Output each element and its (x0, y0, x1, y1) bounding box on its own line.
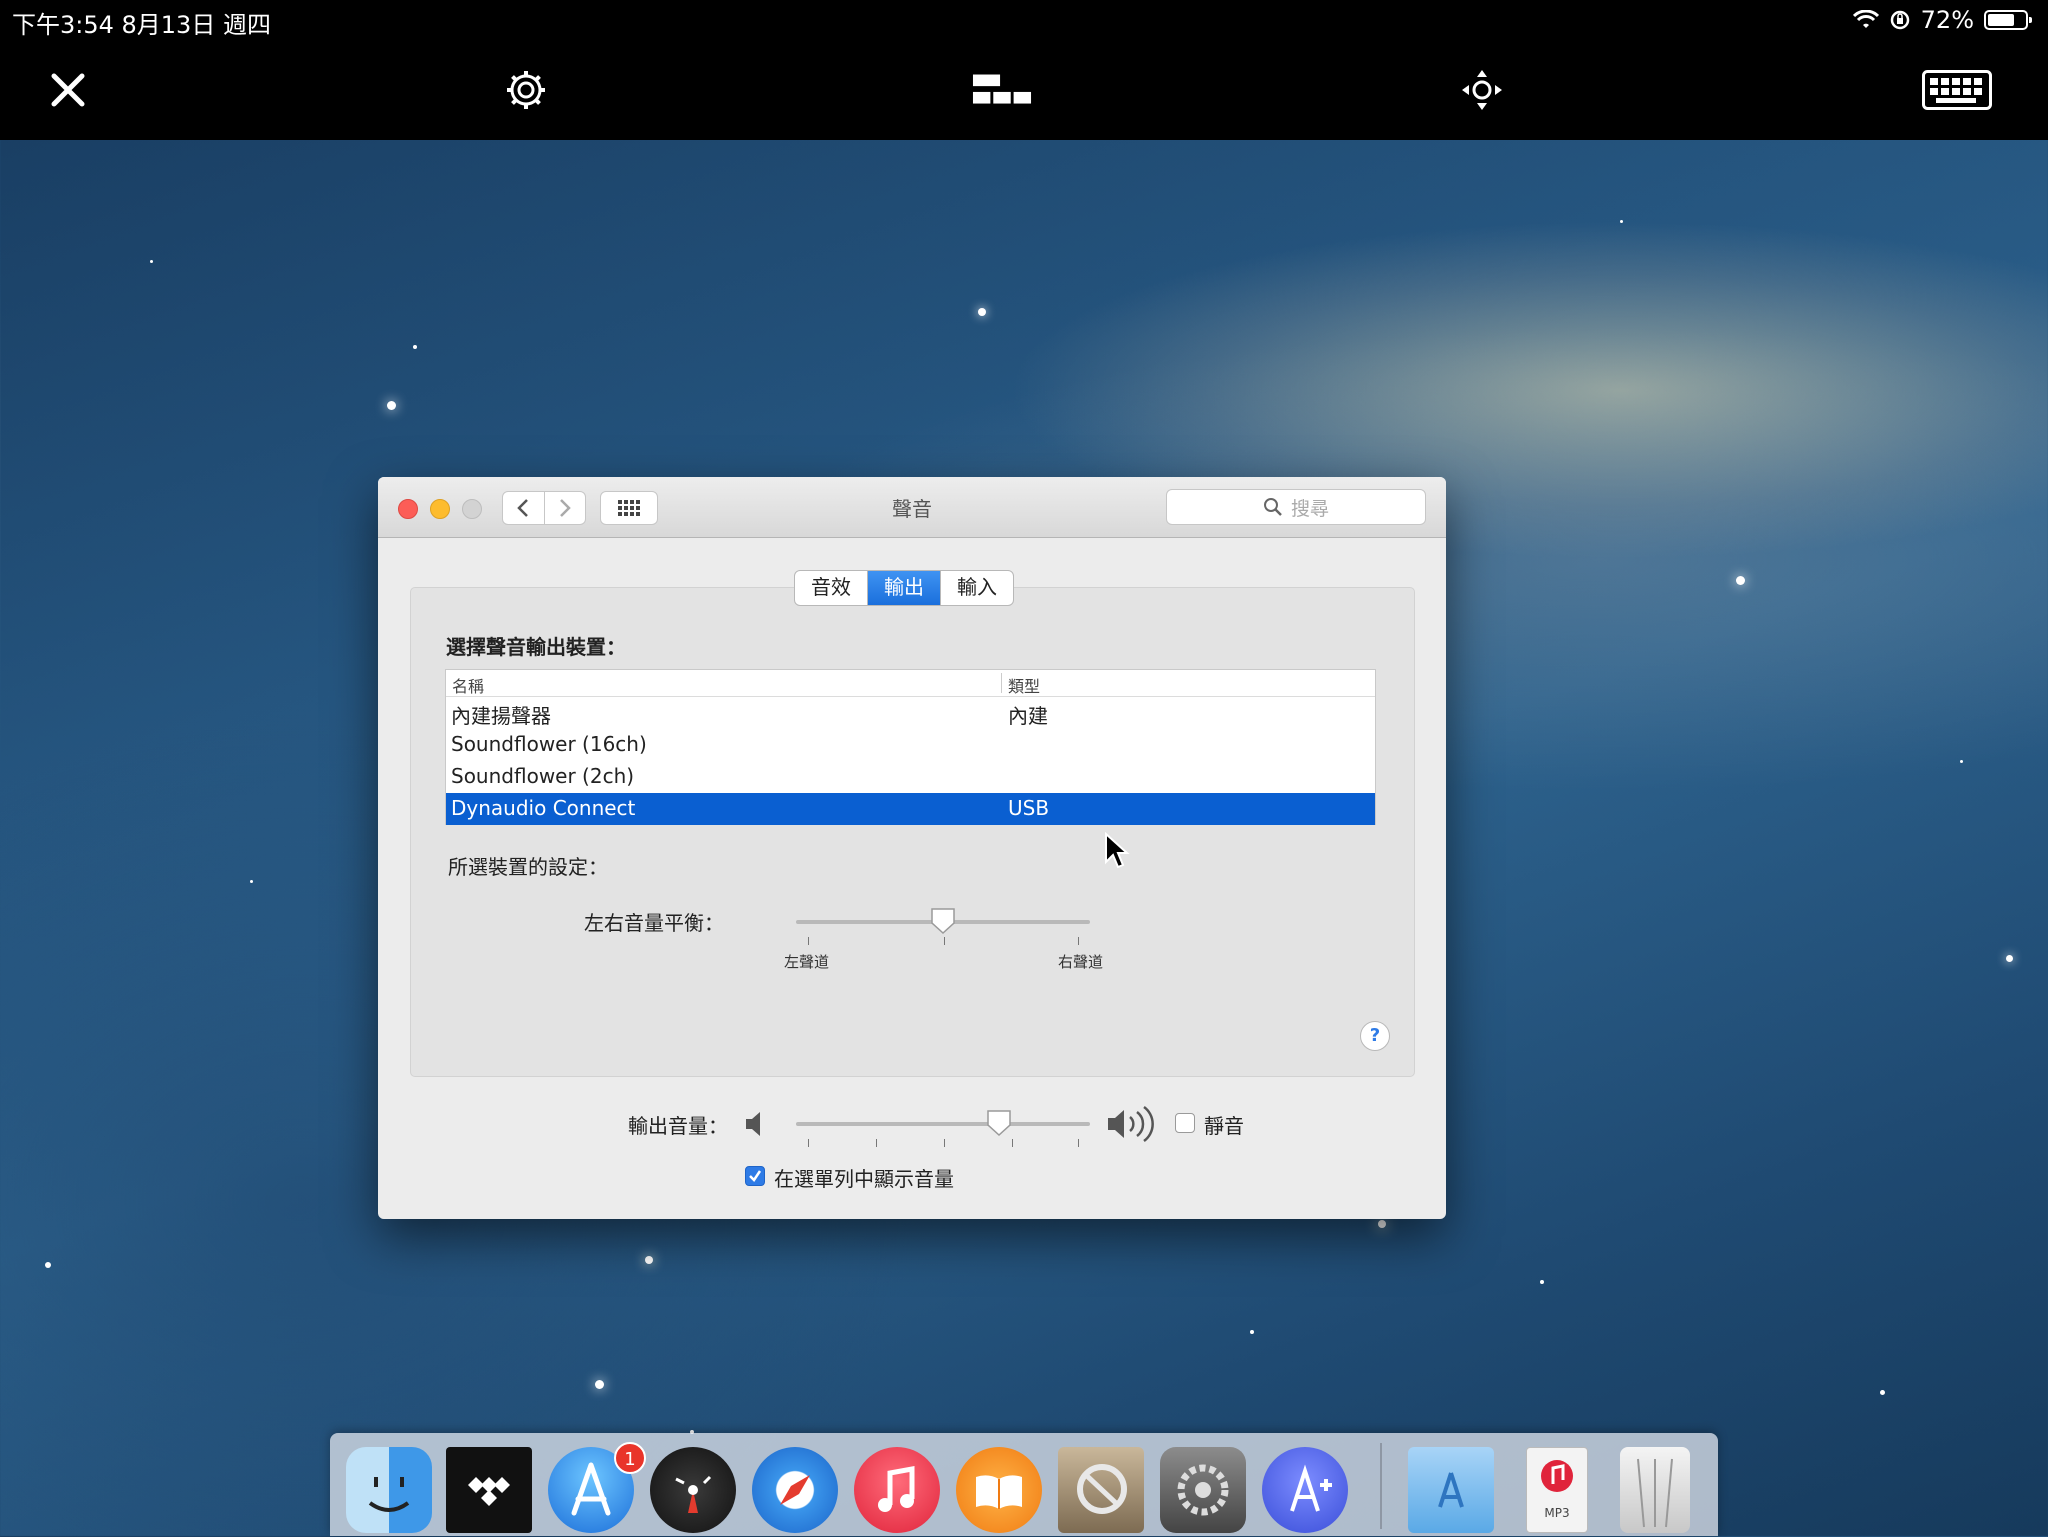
search-placeholder: 搜尋 (1290, 497, 1329, 520)
tab-output[interactable]: 輸出 (868, 571, 941, 605)
app-store-badge: 1 (614, 1442, 646, 1474)
table-row[interactable]: Soundflower (16ch) (446, 729, 1375, 761)
right-channel-label: 右聲道 (1058, 953, 1104, 971)
instruments-icon[interactable] (1262, 1447, 1348, 1533)
layout-icon[interactable] (972, 60, 1032, 120)
star (978, 308, 986, 316)
star (1620, 220, 1623, 223)
row-name: Soundflower (2ch) (451, 764, 635, 788)
finder-icon[interactable] (346, 1447, 432, 1533)
dock: MP3 (330, 1433, 1718, 1536)
dashboard-icon[interactable] (650, 1447, 736, 1533)
sound-preferences-window: 聲音 搜尋 音效 輸出 輸入 選擇聲音輸出裝置： 名稱 類型 內建揚聲器 內建 … (378, 477, 1446, 1219)
battery-level (1988, 14, 2014, 26)
mp3-label: MP3 (1544, 1506, 1570, 1520)
row-name: Soundflower (16ch) (451, 732, 647, 756)
star (1960, 760, 1963, 763)
star (1250, 1330, 1254, 1334)
star (1378, 1220, 1386, 1228)
volume-tick (876, 1139, 877, 1147)
output-volume-label: 輸出音量： (628, 1114, 728, 1138)
output-device-table: 名稱 類型 內建揚聲器 內建 Soundflower (16ch) Soundf… (445, 669, 1376, 825)
status-bar: 下午3:54 8月13日 週四 72% (0, 0, 2048, 40)
speaker-high-icon (1108, 1105, 1154, 1143)
tab-input[interactable]: 輸入 (941, 571, 1013, 605)
remote-toolbar (0, 40, 2048, 140)
mute-checkbox[interactable] (1175, 1113, 1195, 1133)
table-row[interactable]: Soundflower (2ch) (446, 761, 1375, 793)
speaker-low-icon (746, 1112, 760, 1136)
system-preferences-icon[interactable] (1160, 1447, 1246, 1533)
balance-tick (944, 937, 945, 945)
move-icon[interactable] (1452, 60, 1512, 120)
volume-tick (808, 1139, 809, 1147)
column-divider (1001, 673, 1002, 693)
star (1736, 576, 1745, 585)
star (387, 401, 396, 410)
wifi-icon (1852, 10, 1879, 28)
volume-tick (1078, 1139, 1079, 1147)
balance-tick (808, 937, 809, 945)
gear-icon[interactable] (496, 60, 556, 120)
search-field[interactable]: 搜尋 (1166, 489, 1426, 525)
close-icon[interactable] (38, 60, 98, 120)
table-row[interactable]: 內建揚聲器 內建 (446, 697, 1375, 729)
star (595, 1380, 604, 1389)
ibooks-icon[interactable] (956, 1447, 1042, 1533)
window-titlebar: 聲音 搜尋 (378, 477, 1446, 538)
star (645, 1256, 653, 1264)
star (150, 260, 153, 263)
device-heading: 選擇聲音輸出裝置： (446, 635, 626, 659)
keyboard-icon[interactable] (1920, 60, 1994, 120)
status-time-date: 下午3:54 8月13日 週四 (12, 11, 271, 39)
volume-slider-track[interactable] (796, 1122, 1090, 1126)
table-header: 名稱 類型 (446, 670, 1375, 697)
volume-slider-knob[interactable] (986, 1109, 1012, 1137)
table-row-selected[interactable]: Dynaudio Connect USB (446, 793, 1375, 825)
mp3-file-icon[interactable]: MP3 (1526, 1447, 1588, 1533)
trash-icon[interactable] (1620, 1447, 1690, 1533)
battery-percent: 72% (1920, 6, 1974, 34)
show-volume-in-menubar-checkbox[interactable] (745, 1166, 765, 1186)
status-right: 72% (1852, 6, 2032, 34)
show-volume-in-menubar-label: 在選單列中顯示音量 (774, 1167, 954, 1191)
help-button[interactable]: ? (1360, 1021, 1390, 1051)
column-header-type[interactable]: 類型 (1008, 673, 1040, 697)
row-name: 內建揚聲器 (451, 704, 551, 728)
mouse-cursor-icon (1105, 832, 1130, 869)
balance-label: 左右音量平衡： (584, 911, 724, 935)
star (1880, 1390, 1885, 1395)
rotation-lock-icon (1890, 10, 1909, 30)
row-type: 內建 (1008, 704, 1048, 728)
tidal-icon[interactable] (446, 1447, 532, 1533)
volume-tick (944, 1139, 945, 1147)
star (250, 880, 253, 883)
left-channel-label: 左聲道 (784, 953, 830, 971)
battery-icon (1984, 10, 2032, 30)
star (2006, 955, 2013, 962)
balance-tick (1078, 937, 1079, 945)
star (1540, 1280, 1544, 1284)
preview-icon[interactable] (1058, 1447, 1144, 1533)
tab-sound-effects[interactable]: 音效 (795, 571, 868, 605)
mute-label: 靜音 (1204, 1114, 1244, 1138)
star (413, 345, 417, 349)
column-header-name[interactable]: 名稱 (452, 673, 484, 697)
row-type: USB (1008, 796, 1050, 820)
balance-slider-knob[interactable] (930, 907, 956, 935)
settings-heading: 所選裝置的設定： (448, 855, 608, 879)
output-panel (410, 587, 1415, 1077)
search-icon (1263, 498, 1282, 516)
safari-icon[interactable] (752, 1447, 838, 1533)
star (45, 1262, 51, 1268)
volume-tick (1012, 1139, 1013, 1147)
tab-bar: 音效 輸出 輸入 (794, 570, 1014, 606)
dock-separator (1380, 1443, 1382, 1529)
applications-folder-icon[interactable] (1408, 1447, 1494, 1533)
checkmark-icon (749, 1170, 762, 1182)
row-name: Dynaudio Connect (451, 796, 636, 820)
itunes-icon[interactable] (854, 1447, 940, 1533)
